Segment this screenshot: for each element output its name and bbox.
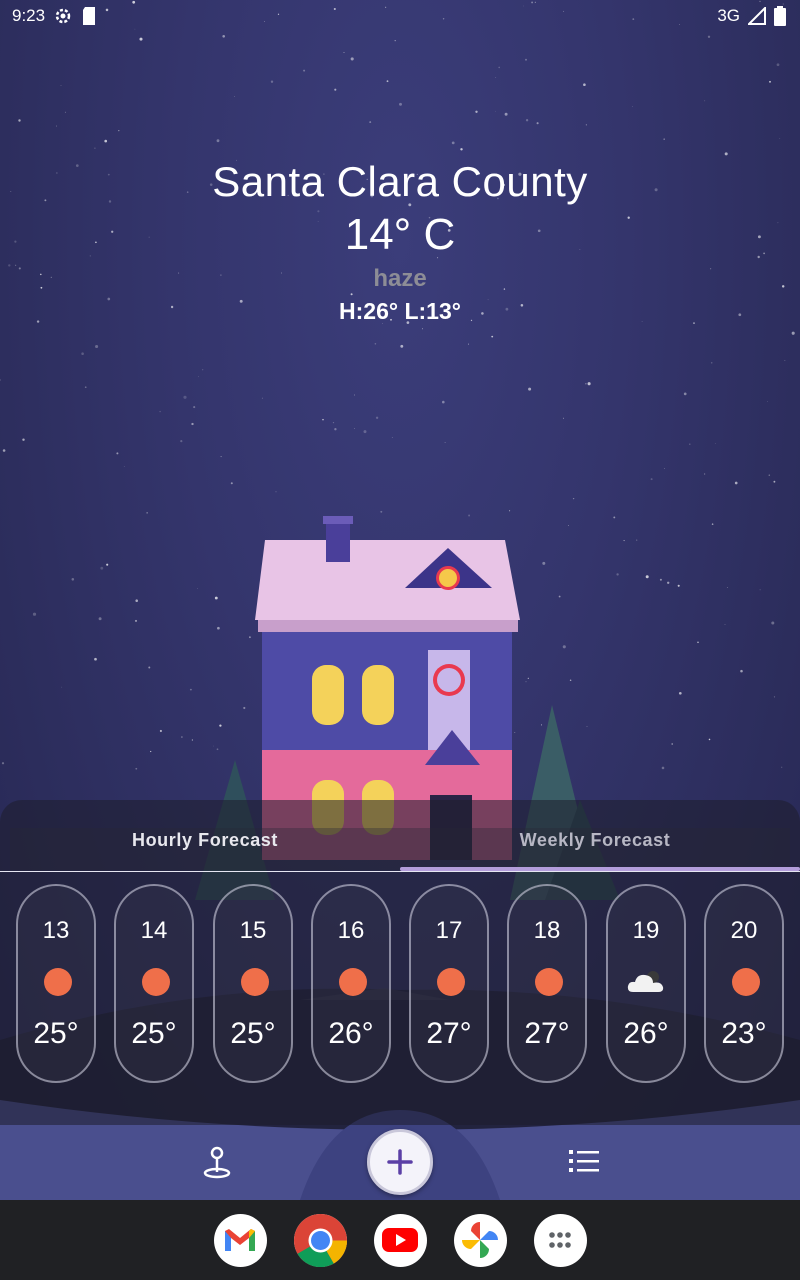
status-network: 3G (717, 6, 740, 25)
tab-hourly-forecast[interactable]: Hourly Forecast (10, 828, 400, 870)
hour-label: 19 (632, 917, 660, 944)
hour-temperature: 26° (623, 1017, 669, 1050)
photos-app[interactable] (453, 1213, 507, 1267)
photos-icon (462, 1222, 498, 1258)
hour-card[interactable]: 20 23° (704, 884, 784, 1083)
tab-weekly-forecast[interactable]: Weekly Forecast (400, 828, 790, 870)
city-name: Santa Clara County (212, 158, 588, 205)
app-drawer-icon (549, 1232, 571, 1248)
tab-divider (0, 871, 800, 872)
app-dock (0, 1200, 800, 1280)
battery-icon (774, 6, 786, 26)
list-icon[interactable] (568, 1148, 600, 1174)
plus-icon (387, 1149, 413, 1175)
add-location-button[interactable] (367, 1129, 433, 1195)
hour-card[interactable]: 14 25° (114, 884, 194, 1083)
signal-icon (748, 7, 766, 25)
location-pin-icon[interactable] (200, 1144, 234, 1180)
gmail-app[interactable] (213, 1213, 267, 1267)
hour-card[interactable]: 19 26° (606, 884, 686, 1083)
chrome-app[interactable] (293, 1213, 347, 1267)
hour-temperature: 27° (426, 1017, 472, 1050)
status-time: 9:23 (12, 6, 46, 25)
sun-icon (339, 968, 367, 996)
tab-selected-indicator (400, 867, 800, 871)
hour-temperature: 25° (230, 1017, 276, 1050)
hour-label: 16 (337, 917, 365, 944)
hourly-forecast-list: 13 25° 14 25° 15 25° 16 26° 17 27° 18 27… (16, 884, 792, 1084)
hour-temperature: 25° (33, 1017, 79, 1050)
hour-card[interactable]: 16 26° (311, 884, 391, 1083)
cloud-icon (627, 971, 664, 992)
hour-card[interactable]: 13 25° (16, 884, 96, 1083)
sun-icon (44, 968, 72, 996)
hour-label: 20 (730, 917, 758, 944)
chrome-icon (293, 1213, 347, 1267)
hour-temperature: 23° (721, 1017, 767, 1050)
gmail-icon (225, 1229, 255, 1251)
hour-label: 14 (140, 917, 168, 944)
sun-icon (535, 968, 563, 996)
hour-card[interactable]: 18 27° (507, 884, 587, 1083)
status-left: 9:23 (12, 6, 97, 26)
hour-label: 17 (435, 917, 463, 944)
hour-temperature: 27° (524, 1017, 570, 1050)
settings-gear-icon (55, 8, 71, 24)
hour-card[interactable]: 17 27° (409, 884, 489, 1083)
hour-temperature: 26° (328, 1017, 374, 1050)
sun-icon (241, 968, 269, 996)
hour-temperature: 25° (131, 1017, 177, 1050)
weather-condition: haze (373, 265, 427, 292)
app-drawer-button[interactable] (533, 1213, 587, 1267)
status-bar: 9:23 3G (0, 0, 800, 32)
weather-header: Santa Clara County 14° C haze H:26° L:13… (0, 158, 800, 326)
status-right: 3G (717, 6, 786, 26)
sun-icon (142, 968, 170, 996)
high-low-temperature: H:26° L:13° (339, 298, 461, 324)
sun-icon (437, 968, 465, 996)
hour-card[interactable]: 15 25° (213, 884, 293, 1083)
sun-icon (732, 968, 760, 996)
hour-label: 13 (42, 917, 70, 944)
youtube-icon (382, 1228, 418, 1252)
forecast-tabs: Hourly Forecast Weekly Forecast (10, 828, 790, 870)
hour-label: 15 (239, 917, 267, 944)
current-temperature: 14° C (344, 210, 456, 259)
sd-card-icon (83, 7, 96, 25)
youtube-app[interactable] (373, 1213, 427, 1267)
hour-label: 18 (533, 917, 561, 944)
